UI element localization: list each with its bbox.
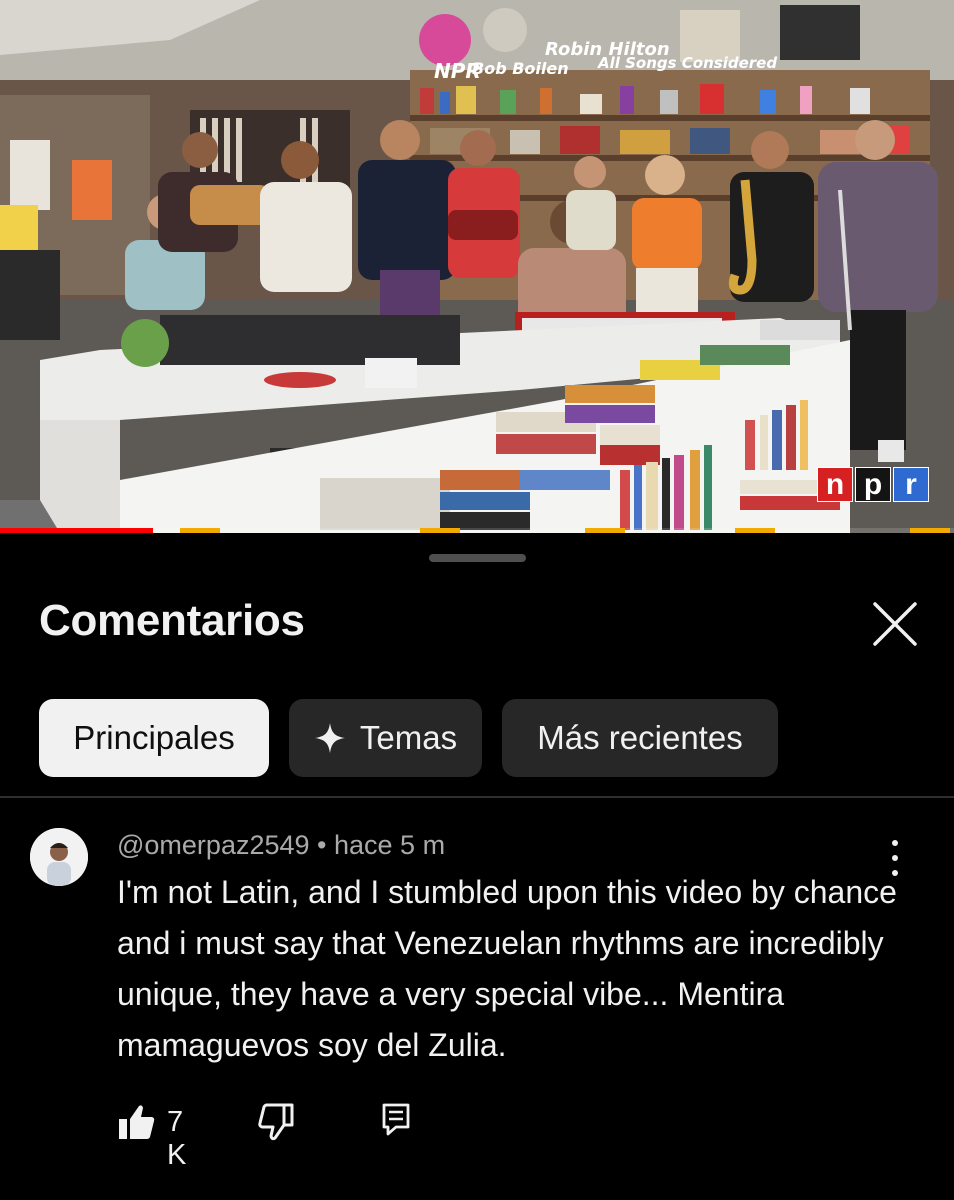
npr-logo-p: p [855,467,891,502]
comments-title: Comentarios [39,596,305,645]
video-frame: NPR Bob Boilen Robin Hilton All Songs Co… [0,0,954,533]
close-button[interactable] [867,596,923,652]
reply-icon [382,1103,410,1136]
sheet-drag-handle[interactable] [429,554,526,562]
chip-temas[interactable]: Temas [289,699,482,777]
comment-author[interactable]: @omerpaz2549 [117,830,310,860]
comment-time: hace 5 m [334,830,446,860]
chip-label: Principales [73,719,235,756]
like-count: 7 K [167,1106,187,1171]
npr-logo-r: r [893,467,929,502]
chip-label: Más recientes [537,719,743,756]
avatar[interactable] [30,828,88,886]
video-player[interactable]: NPR Bob Boilen Robin Hilton All Songs Co… [0,0,954,533]
chapter-marker [585,528,625,533]
video-progress-bar[interactable] [0,528,954,533]
sign-all-songs: All Songs Considered [597,54,777,72]
chapter-marker [420,528,460,533]
meta-separator: • [309,830,334,860]
divider [0,796,954,798]
dislike-icon [258,1103,294,1141]
like-icon [119,1105,155,1139]
chapter-marker [910,528,950,533]
close-icon [873,602,917,646]
dislike-button[interactable] [254,1102,294,1142]
chapter-marker [735,528,775,533]
npr-logo: n p r [817,467,929,502]
comment-meta: @omerpaz2549 • hace 5 m [117,830,445,861]
sparkle-icon [314,722,346,754]
like-button[interactable] [117,1102,157,1142]
progress-fill [0,528,153,533]
npr-logo-n: n [817,467,853,502]
reply-button[interactable] [381,1102,411,1136]
chip-label: Temas [359,719,458,756]
sign-bob-boilen: Bob Boilen [472,59,569,78]
chip-principales[interactable]: Principales [39,699,269,777]
comment-text: I'm not Latin, and I stumbled upon this … [117,874,897,1063]
chapter-marker [180,528,220,533]
chip-mas-recientes[interactable]: Más recientes [502,699,778,777]
